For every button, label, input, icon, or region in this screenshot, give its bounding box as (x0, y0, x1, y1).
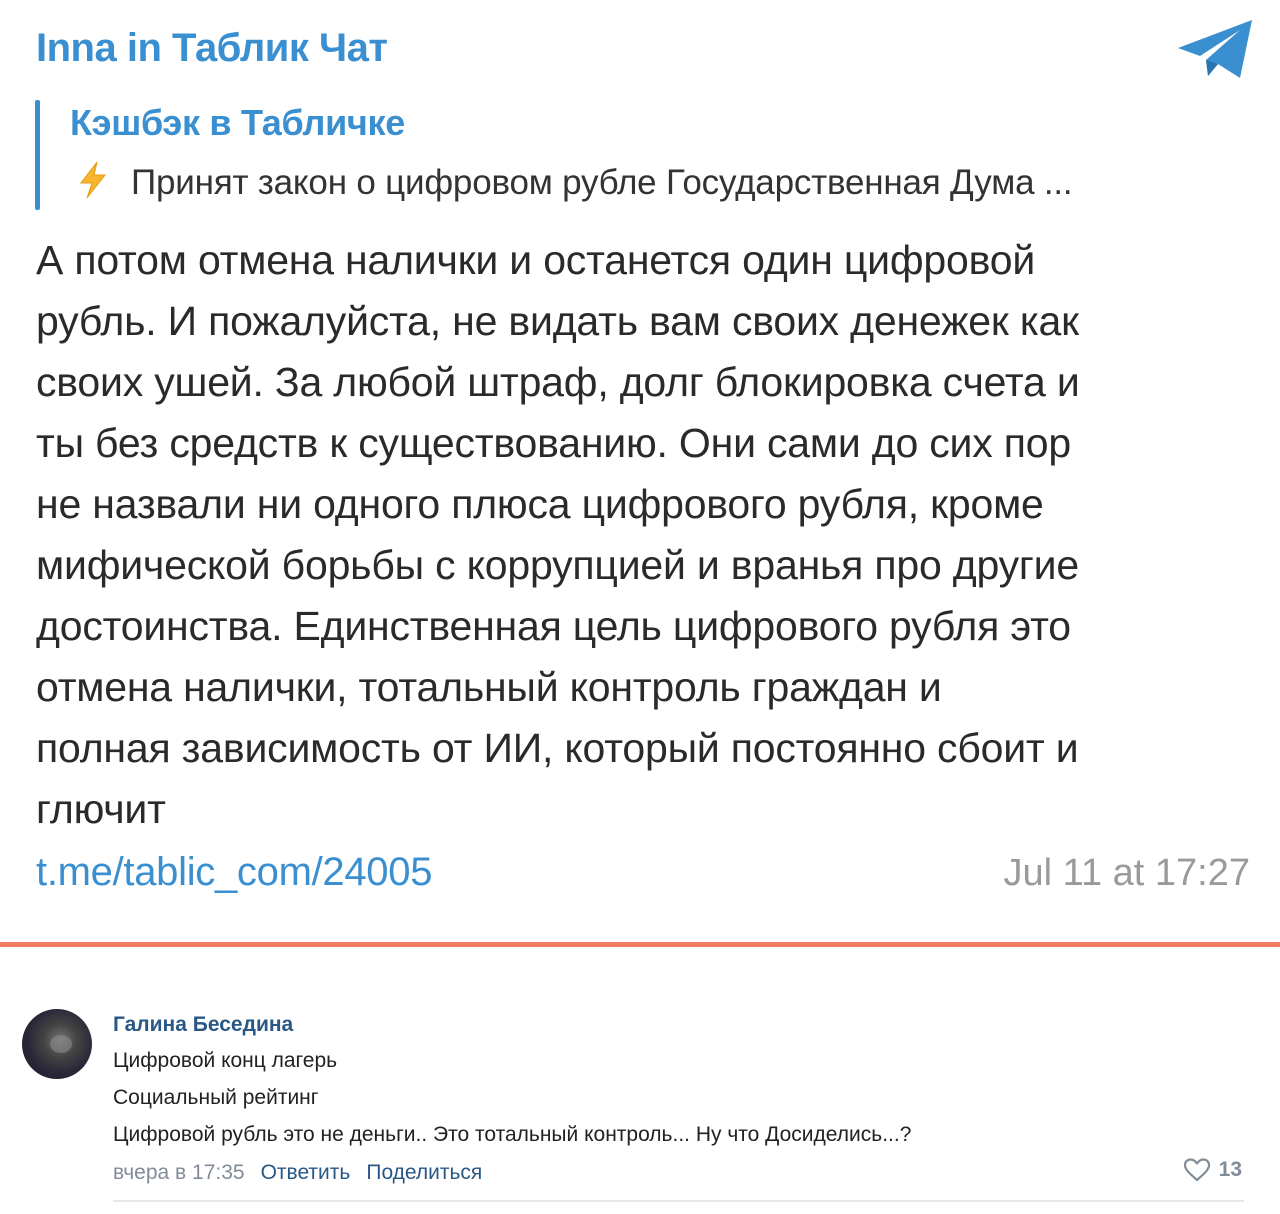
body-line: достоинства. Единственная цель цифрового… (36, 603, 1071, 649)
post-body: А потом отмена налички и останется один … (36, 230, 1266, 840)
telegram-post: Inna in Таблик Чат Кэшбэк в Табличке При… (0, 0, 1280, 942)
comment-line: Цифровой рубль это не деньги.. Это тотал… (113, 1123, 912, 1146)
body-line: мифической борьбы с коррупцией и вранья … (36, 542, 1079, 588)
avatar[interactable] (22, 1009, 92, 1079)
comment-line: Социальный рейтинг (113, 1086, 319, 1109)
post-timestamp: Jul 11 at 17:27 (1003, 852, 1250, 894)
body-line: рубль. И пожалуйста, не видать вам своих… (36, 298, 1079, 344)
body-line: ты без средств к существованию. Они сами… (36, 420, 1071, 466)
heart-icon (1183, 1158, 1210, 1182)
reply-preview[interactable]: Кэшбэк в Табличке Принят закон о цифрово… (35, 100, 1250, 210)
comment-divider (113, 1200, 1244, 1202)
comment-meta: вчера в 17:35 Ответить Поделиться (113, 1161, 482, 1185)
body-line: А потом отмена налички и останется один … (36, 237, 1036, 283)
like-button[interactable]: 13 (1183, 1157, 1242, 1183)
comment-author[interactable]: Галина Беседина (113, 1013, 293, 1037)
post-link[interactable]: t.me/tablic_com/24005 (36, 850, 432, 895)
body-line: не назвали ни одного плюса цифрового руб… (36, 481, 1044, 527)
comment: Галина Беседина Цифровой конц лагерь Соц… (0, 947, 1280, 1214)
post-author[interactable]: Inna in Таблик Чат (36, 26, 388, 71)
reply-text: Принят закон о цифровом рубле Государств… (73, 160, 1250, 203)
share-button[interactable]: Поделиться (366, 1161, 482, 1184)
body-line: глючит (36, 786, 166, 832)
telegram-plane-icon (1178, 20, 1252, 78)
body-line: своих ушей. За любой штраф, долг блокиро… (36, 359, 1080, 405)
reply-title: Кэшбэк в Табличке (70, 102, 405, 143)
comment-line: Цифровой конц лагерь (113, 1049, 338, 1072)
reply-bar (35, 100, 40, 210)
comment-date[interactable]: вчера в 17:35 (113, 1161, 245, 1184)
reply-snippet: Принят закон о цифровом рубле Государств… (131, 163, 1073, 202)
reply-button[interactable]: Ответить (261, 1161, 351, 1184)
lightning-icon (79, 161, 107, 199)
body-line: отмена налички, тотальный контроль гражд… (36, 664, 942, 710)
body-line: полная зависимость от ИИ, который постоя… (36, 725, 1079, 771)
like-count: 13 (1218, 1158, 1242, 1181)
